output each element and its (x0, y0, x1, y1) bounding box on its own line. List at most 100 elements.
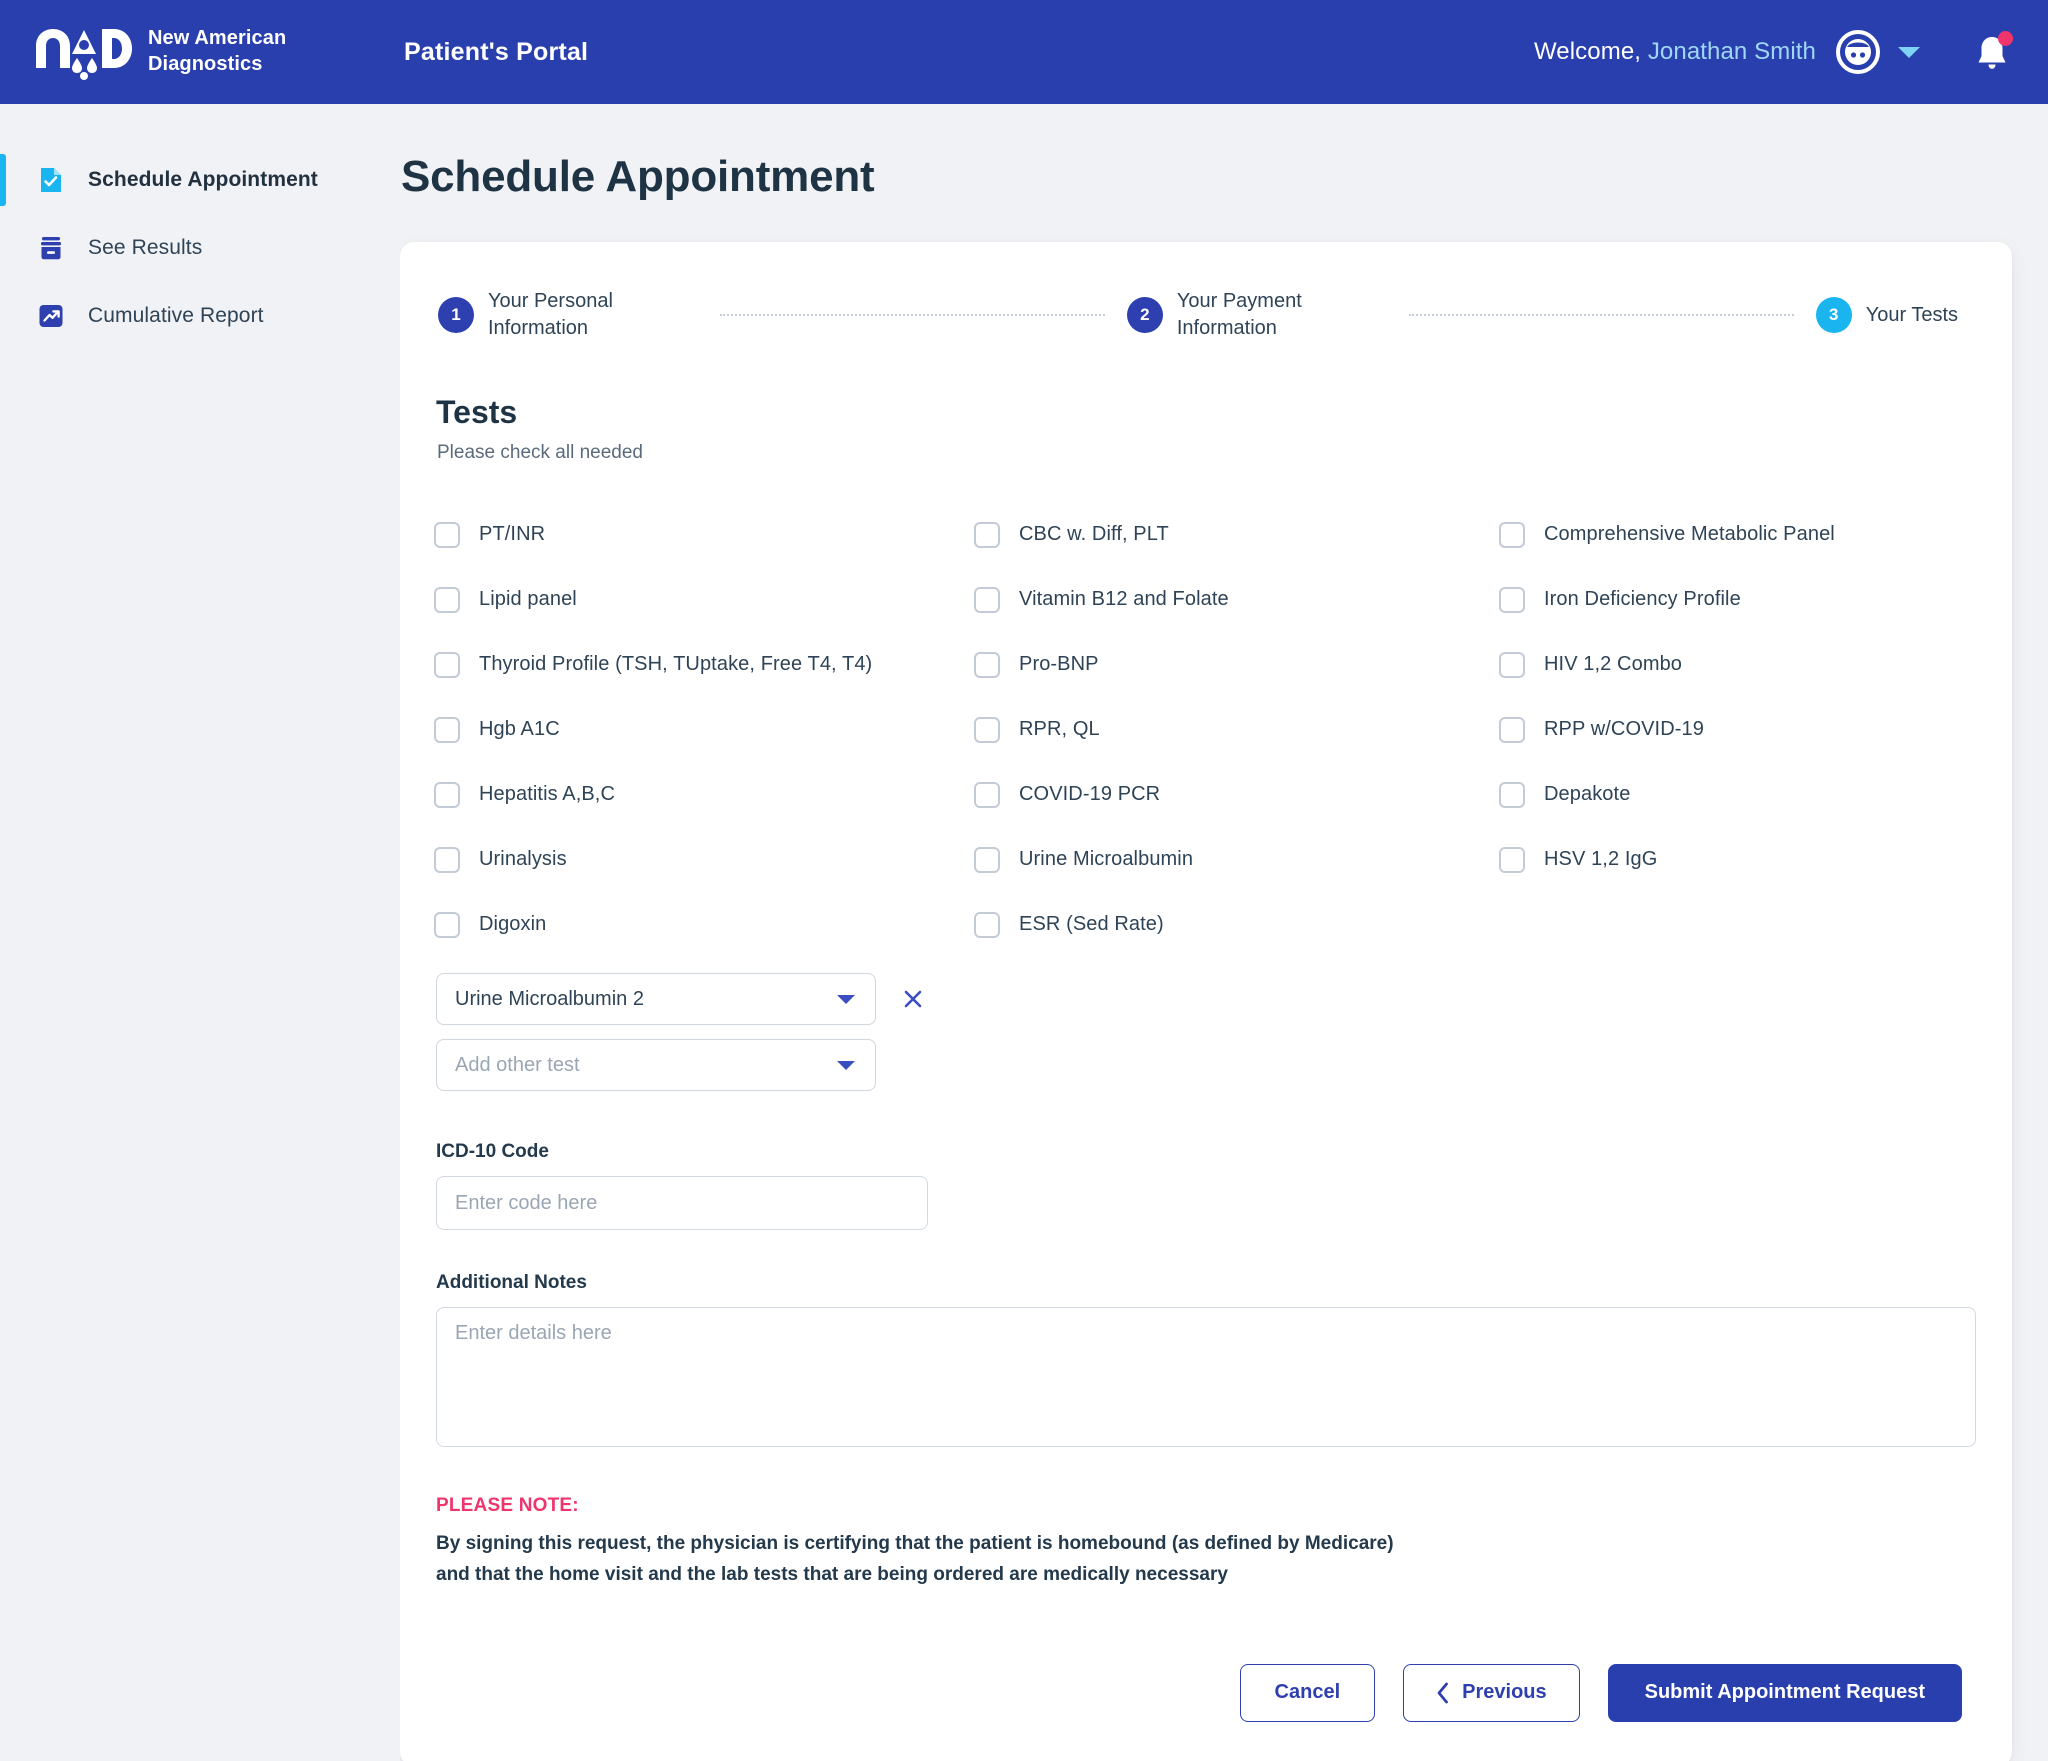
checkbox-box[interactable] (974, 521, 1000, 548)
chevron-down-icon[interactable] (837, 1060, 855, 1070)
checkbox-box[interactable] (974, 586, 1000, 613)
checkbox-row[interactable]: PT/INR (434, 502, 974, 567)
checkbox-row[interactable]: Hgb A1C (434, 697, 974, 762)
checkbox-box[interactable] (1499, 846, 1525, 873)
archive-box-icon (41, 237, 61, 260)
sidebar-item-see-results[interactable]: See Results (0, 214, 400, 282)
checkbox-box[interactable] (974, 911, 1000, 938)
avatar[interactable] (1836, 30, 1880, 74)
icd-code-input[interactable] (436, 1176, 928, 1230)
please-note-heading: PLEASE NOTE: (436, 1495, 579, 1516)
checkbox-box[interactable] (1499, 781, 1525, 808)
checkbox-box[interactable] (974, 781, 1000, 808)
checkbox-row[interactable]: HSV 1,2 IgG (1499, 827, 1966, 892)
checkbox-row[interactable]: Digoxin (434, 892, 974, 957)
checkbox-label: RPR, QL (1019, 718, 1100, 740)
additional-notes-group: Additional Notes (434, 1272, 1976, 1447)
add-other-test-row: Add other test (436, 1039, 1966, 1091)
checkbox-box[interactable] (434, 586, 460, 613)
stepper: 1 Your Personal Information 2 Your Payme… (434, 288, 1966, 342)
sidebar-item-schedule-appointment[interactable]: Schedule Appointment (0, 146, 400, 214)
checkbox-row[interactable]: Urine Microalbumin (974, 827, 1499, 892)
sidebar-item-label: Cumulative Report (88, 304, 264, 327)
step-1-personal-information[interactable]: 1 Your Personal Information (438, 288, 698, 342)
checkbox-box[interactable] (1499, 586, 1525, 613)
cancel-button[interactable]: Cancel (1239, 1663, 1376, 1722)
welcome-prefix: Welcome, (1533, 38, 1642, 65)
chevron-left-icon (1437, 1682, 1449, 1704)
notifications-button[interactable] (1972, 30, 2013, 74)
brand-logo-group[interactable]: New American Diagnostics (32, 24, 362, 80)
step-connector-line (1408, 314, 1794, 316)
checkbox-row[interactable]: Pro-BNP (974, 632, 1499, 697)
checkbox-row[interactable]: RPR, QL (974, 697, 1499, 762)
checkbox-row[interactable]: CBC w. Diff, PLT (974, 502, 1499, 567)
step-number: 3 (1815, 297, 1852, 333)
checkbox-box[interactable] (1499, 651, 1525, 678)
checkbox-label: Digoxin (479, 913, 547, 935)
chevron-down-icon[interactable] (837, 994, 855, 1004)
checkbox-box[interactable] (1499, 521, 1525, 548)
checkbox-box[interactable] (434, 911, 460, 938)
checkbox-label: Pro-BNP (1019, 653, 1099, 675)
step-number: 2 (1126, 297, 1163, 333)
additional-notes-textarea[interactable] (436, 1307, 1976, 1447)
checkbox-label: Vitamin B12 and Folate (1019, 588, 1229, 610)
tests-column-2: CBC w. Diff, PLT Vitamin B12 and Folate … (974, 502, 1499, 957)
checkbox-row[interactable]: HIV 1,2 Combo (1499, 632, 1966, 697)
other-test-select[interactable]: Urine Microalbumin 2 (436, 973, 876, 1025)
submit-appointment-request-button[interactable]: Submit Appointment Request (1607, 1663, 1962, 1722)
tests-checkbox-grid: PT/INR Lipid panel Thyroid Profile (TSH,… (434, 502, 1966, 957)
checkbox-row[interactable]: ESR (Sed Rate) (974, 892, 1499, 957)
close-x-icon (904, 990, 922, 1008)
checkbox-box[interactable] (434, 781, 460, 808)
checkbox-box[interactable] (974, 846, 1000, 873)
chevron-down-icon[interactable] (1898, 46, 1920, 58)
checkbox-row[interactable]: RPP w/COVID-19 (1499, 697, 1966, 762)
checkbox-box[interactable] (434, 651, 460, 678)
checkbox-box[interactable] (434, 716, 460, 743)
icd-code-label: ICD-10 Code (436, 1141, 549, 1162)
please-note-block: PLEASE NOTE: By signing this request, th… (436, 1495, 1966, 1590)
checkbox-row[interactable]: Thyroid Profile (TSH, TUptake, Free T4, … (434, 632, 974, 697)
icd-code-group: ICD-10 Code (434, 1141, 1966, 1230)
checkbox-box[interactable] (434, 521, 460, 548)
checkbox-row[interactable]: COVID-19 PCR (974, 762, 1499, 827)
checkbox-row[interactable]: Hepatitis A,B,C (434, 762, 974, 827)
checkbox-row[interactable]: Depakote (1499, 762, 1966, 827)
brand-name: New American Diagnostics (148, 26, 286, 77)
other-test-select-value: Urine Microalbumin 2 (455, 987, 644, 1010)
form-actions: Cancel Previous Submit Appointment Reque… (434, 1663, 1966, 1722)
checkbox-box[interactable] (974, 716, 1000, 743)
checkbox-label: ESR (Sed Rate) (1019, 913, 1164, 935)
sidebar-item-label: See Results (88, 236, 203, 259)
tests-column-3: Comprehensive Metabolic Panel Iron Defic… (1499, 502, 1966, 957)
active-indicator-bar (0, 154, 6, 206)
step-3-your-tests[interactable]: 3 Your Tests (1815, 297, 1958, 333)
document-check-icon (41, 168, 61, 192)
step-2-payment-information[interactable]: 2 Your Payment Information (1126, 288, 1387, 342)
page-title: Schedule Appointment (401, 152, 875, 201)
step-number: 1 (438, 297, 474, 333)
page-title-wrap: Schedule Appointment (400, 152, 2048, 202)
checkbox-label: HSV 1,2 IgG (1544, 848, 1658, 870)
checkbox-box[interactable] (974, 651, 1000, 678)
checkbox-box[interactable] (434, 846, 460, 873)
checkbox-label: COVID-19 PCR (1019, 783, 1161, 805)
tests-section-subtitle: Please check all needed (437, 442, 643, 463)
checkbox-row[interactable]: Iron Deficiency Profile (1499, 567, 1966, 632)
checkbox-label: Thyroid Profile (TSH, TUptake, Free T4, … (479, 653, 873, 675)
step-connector-line (720, 314, 1105, 316)
checkbox-row[interactable]: Urinalysis (434, 827, 974, 892)
add-other-test-select[interactable]: Add other test (436, 1039, 876, 1091)
sidebar-item-label: Schedule Appointment (88, 168, 318, 191)
previous-button-label: Previous (1462, 1681, 1547, 1704)
checkbox-row[interactable]: Comprehensive Metabolic Panel (1499, 502, 1966, 567)
checkbox-row[interactable]: Lipid panel (434, 567, 974, 632)
remove-other-test-button[interactable] (898, 984, 928, 1014)
checkbox-box[interactable] (1499, 716, 1525, 743)
sidebar-item-cumulative-report[interactable]: Cumulative Report (0, 282, 400, 350)
previous-button[interactable]: Previous (1403, 1663, 1580, 1722)
checkbox-label: Hgb A1C (479, 718, 560, 740)
checkbox-row[interactable]: Vitamin B12 and Folate (974, 567, 1499, 632)
